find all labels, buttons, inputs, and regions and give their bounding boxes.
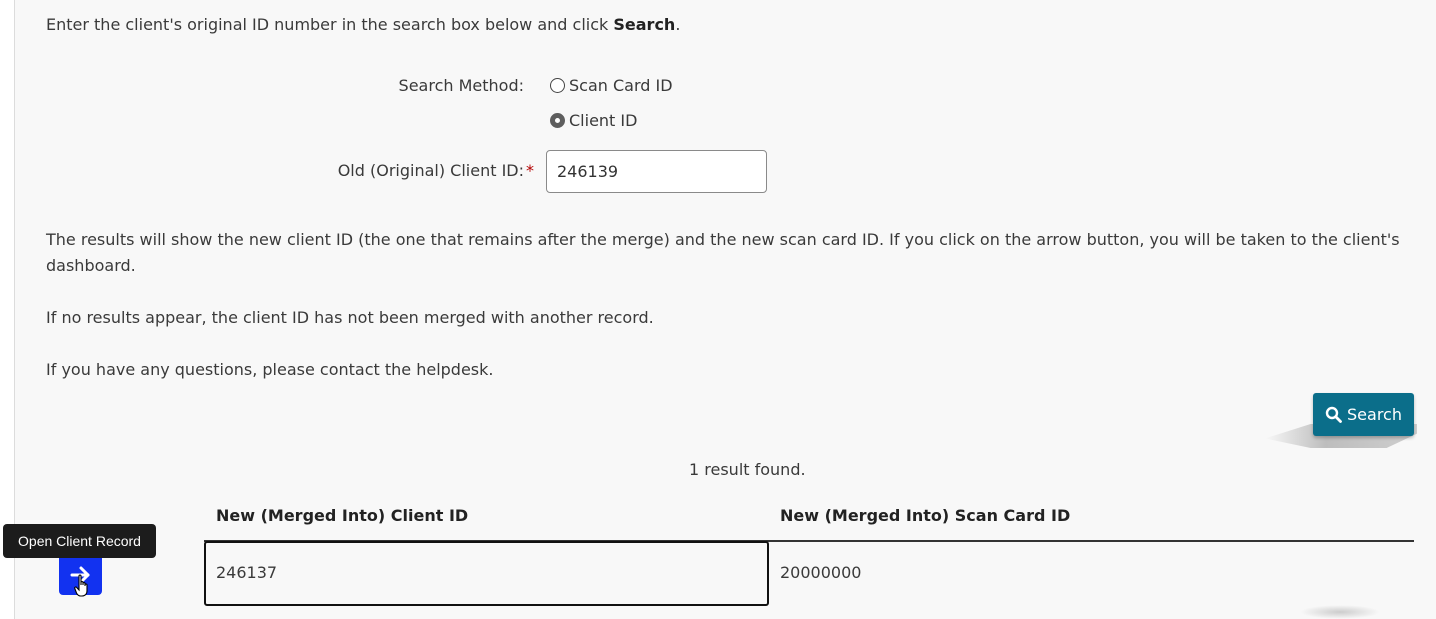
old-client-id-label-text: Old (Original) Client ID: (337, 161, 524, 180)
intro-text-before: Enter the client's original ID number in… (46, 15, 614, 34)
search-button[interactable]: Search (1313, 393, 1414, 436)
intro-text-bold: Search (613, 15, 676, 34)
radio-label-client-id: Client ID (569, 111, 638, 130)
results-summary: 1 result found. (689, 460, 806, 479)
info-paragraph-helpdesk: If you have any questions, please contac… (46, 360, 494, 379)
old-client-id-input[interactable] (546, 150, 767, 193)
tooltip-open-client-record: Open Client Record (3, 524, 156, 558)
column-header-new-client-id: New (Merged Into) Client ID (216, 506, 469, 525)
client-id-cell[interactable] (204, 541, 769, 606)
intro-text-after: . (675, 15, 681, 34)
info-paragraph-no-results: If no results appear, the client ID has … (46, 308, 654, 327)
cell-new-client-id: 246137 (216, 563, 278, 582)
radio-scan-card-id[interactable] (550, 78, 565, 93)
cell-new-scan-card-id: 20000000 (780, 563, 862, 582)
required-marker: * (526, 161, 534, 180)
search-button-label: Search (1347, 405, 1402, 424)
bottom-shadow-decoration (1300, 605, 1380, 619)
intro-text: Enter the client's original ID number in… (46, 15, 680, 34)
search-icon (1325, 406, 1342, 423)
old-client-id-label: Old (Original) Client ID: * (300, 161, 534, 180)
radio-client-id[interactable] (550, 113, 565, 128)
hand-cursor-icon (74, 574, 88, 597)
search-method-label: Search Method: (398, 76, 524, 95)
radio-option-scan-card-id[interactable]: Scan Card ID (550, 76, 673, 95)
radio-label-scan-card-id: Scan Card ID (569, 76, 673, 95)
info-paragraph-results: The results will show the new client ID … (46, 230, 1400, 275)
column-header-new-scan-card-id: New (Merged Into) Scan Card ID (780, 506, 1071, 525)
radio-option-client-id[interactable]: Client ID (550, 111, 637, 130)
